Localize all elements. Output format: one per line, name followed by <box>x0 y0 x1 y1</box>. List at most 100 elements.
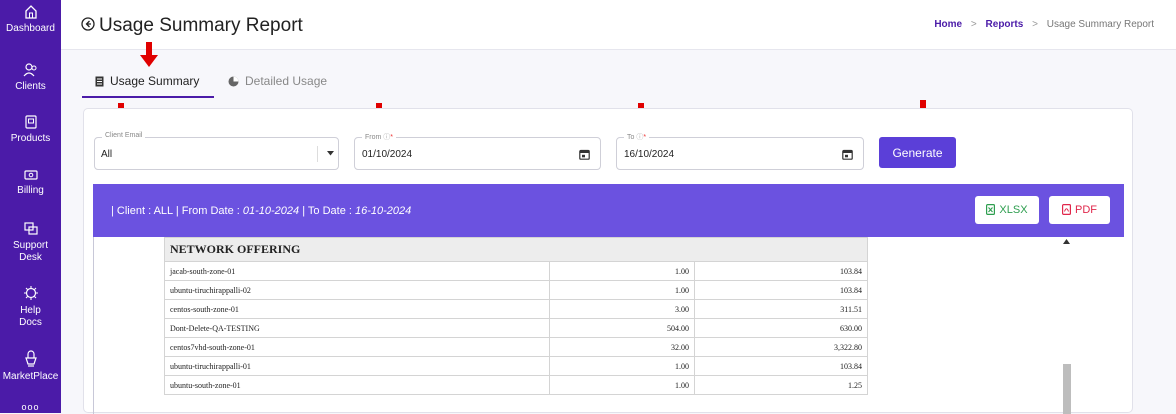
sidebar-item-label-2: Desk <box>19 252 42 263</box>
sidebar-item-more[interactable]: ooo <box>0 401 61 414</box>
export-pdf-button[interactable]: PDF <box>1049 196 1110 224</box>
offering-name-cell: ubuntu-south-zone-01 <box>164 375 550 395</box>
header: Usage Summary Report Home > Reports > Us… <box>61 0 1176 50</box>
cost-cell: 103.84 <box>694 261 868 281</box>
sidebar-item-support-desk[interactable]: Support Desk <box>0 221 61 264</box>
report-viewer[interactable]: NETWORK OFFERING jacab-south-zone-01 1.00… <box>93 237 1124 414</box>
required-marker: * <box>643 134 647 141</box>
to-date-value: 16/10/2024 <box>624 149 675 160</box>
criteria-mid: | To Date : <box>299 205 355 217</box>
chevron-right-icon: > <box>970 19 977 30</box>
calendar-icon[interactable] <box>579 149 590 160</box>
cost-cell: 3,322.80 <box>694 337 868 357</box>
xlsx-label: XLSX <box>999 204 1028 216</box>
table-row: ubuntu-tiruchirappalli-01 1.00 103.84 <box>164 356 868 376</box>
tab-detailed-usage[interactable]: Detailed Usage <box>228 70 348 98</box>
offering-name-cell: jacab-south-zone-01 <box>164 261 550 281</box>
cost-cell: 1.25 <box>694 375 868 395</box>
support-icon <box>23 222 38 235</box>
table-row: Dont-Delete-QA-TESTING 504.00 630.00 <box>164 318 868 338</box>
sidebar-item-marketplace[interactable]: MarketPlace <box>0 350 61 383</box>
from-label: From ⓘ* <box>362 132 397 142</box>
criteria-to-date: 16-10-2024 <box>355 205 412 217</box>
sidebar-item-clients[interactable]: Clients <box>0 62 61 93</box>
to-label: To ⓘ* <box>624 132 650 142</box>
client-email-label: Client Email <box>102 132 146 139</box>
breadcrumb-current: Usage Summary Report <box>1046 19 1154 30</box>
required-marker: * <box>390 134 394 141</box>
offering-name-cell: ubuntu-tiruchirappalli-01 <box>164 356 550 376</box>
vertical-scrollbar[interactable] <box>1060 237 1072 414</box>
quantity-cell: 1.00 <box>549 280 695 300</box>
sidebar-item-help-docs[interactable]: Help Docs <box>0 284 61 329</box>
tab-usage-summary[interactable]: Usage Summary <box>82 70 214 98</box>
billing-icon <box>23 170 38 180</box>
more-icon: ooo <box>21 402 40 412</box>
scroll-up-icon[interactable] <box>1063 239 1070 244</box>
quantity-cell: 1.00 <box>549 375 695 395</box>
sidebar: Dashboard Clients Products Billing Suppo… <box>0 0 61 413</box>
quantity-cell: 3.00 <box>549 299 695 319</box>
section-header: NETWORK OFFERING <box>164 237 868 262</box>
tab-label: Usage Summary <box>110 74 200 88</box>
sidebar-item-label: Products <box>10 133 51 144</box>
quantity-cell: 504.00 <box>549 318 695 338</box>
users-icon <box>23 63 36 77</box>
cost-cell: 311.51 <box>694 299 868 319</box>
usage-table: NETWORK OFFERING jacab-south-zone-01 1.00… <box>164 237 868 395</box>
offering-name-cell: ubuntu-tiruchirappalli-02 <box>164 280 550 300</box>
table-row: ubuntu-tiruchirappalli-02 1.00 103.84 <box>164 280 868 300</box>
sidebar-item-billing[interactable]: Billing <box>0 168 61 197</box>
marketplace-icon <box>24 350 37 367</box>
client-email-select[interactable]: Client Email All <box>94 132 339 170</box>
products-icon <box>24 115 37 129</box>
to-label-text: To <box>627 134 635 141</box>
table-row: jacab-south-zone-01 1.00 103.84 <box>164 261 868 281</box>
breadcrumb-reports[interactable]: Reports <box>986 19 1024 30</box>
home-icon <box>24 5 37 19</box>
excel-file-icon <box>986 204 996 216</box>
pdf-file-icon <box>1062 204 1072 216</box>
report-card: Client Email All From ⓘ* 01/10/2024 To ⓘ… <box>83 108 1133 414</box>
report-criteria: | Client : ALL | From Date : 01-10-2024 … <box>111 205 411 217</box>
from-date-value: 01/10/2024 <box>362 149 413 160</box>
cost-cell: 103.84 <box>694 280 868 300</box>
chevron-down-icon[interactable] <box>327 151 334 156</box>
calendar-icon[interactable] <box>842 149 853 160</box>
help-icon <box>23 286 38 300</box>
sidebar-item-products[interactable]: Products <box>0 114 61 145</box>
section-header-row: NETWORK OFFERING <box>164 237 868 262</box>
page-title: Usage Summary Report <box>99 15 303 36</box>
client-email-value: All <box>101 149 113 160</box>
sidebar-item-label: Billing <box>17 185 44 196</box>
generate-button[interactable]: Generate <box>879 137 956 168</box>
scrollbar-thumb[interactable] <box>1063 364 1071 414</box>
tab-label: Detailed Usage <box>245 74 328 88</box>
export-xlsx-button[interactable]: XLSX <box>975 196 1039 224</box>
sidebar-item-label: Support <box>12 240 49 251</box>
report-banner: | Client : ALL | From Date : 01-10-2024 … <box>93 184 1124 237</box>
back-arrow-icon[interactable] <box>81 17 95 31</box>
sidebar-item-label: Help <box>20 305 41 316</box>
offering-name-cell: centos7vhd-south-zone-01 <box>164 337 550 357</box>
cost-cell: 630.00 <box>694 318 868 338</box>
offering-name-cell: Dont-Delete-QA-TESTING <box>164 318 550 338</box>
breadcrumb: Home > Reports > Usage Summary Report <box>934 19 1154 30</box>
table-row: ubuntu-south-zone-01 1.00 1.25 <box>164 375 868 395</box>
cost-cell: 103.84 <box>694 356 868 376</box>
from-date-field[interactable]: From ⓘ* 01/10/2024 <box>354 132 601 170</box>
criteria-prefix: | Client : ALL | From Date : <box>111 205 243 217</box>
from-label-text: From <box>365 134 382 141</box>
pdf-label: PDF <box>1075 204 1097 216</box>
sidebar-item-label: MarketPlace <box>2 371 59 382</box>
sidebar-item-dashboard[interactable]: Dashboard <box>0 4 61 35</box>
annotation-arrow-icon <box>140 42 158 67</box>
quantity-cell: 1.00 <box>549 261 695 281</box>
quantity-cell: 1.00 <box>549 356 695 376</box>
sidebar-item-label-2: Docs <box>19 317 42 328</box>
sidebar-item-label: Clients <box>15 81 46 92</box>
to-date-field[interactable]: To ⓘ* 16/10/2024 <box>616 132 864 170</box>
breadcrumb-home[interactable]: Home <box>934 19 962 30</box>
pie-chart-icon <box>228 76 239 87</box>
chevron-right-icon: > <box>1032 19 1038 30</box>
